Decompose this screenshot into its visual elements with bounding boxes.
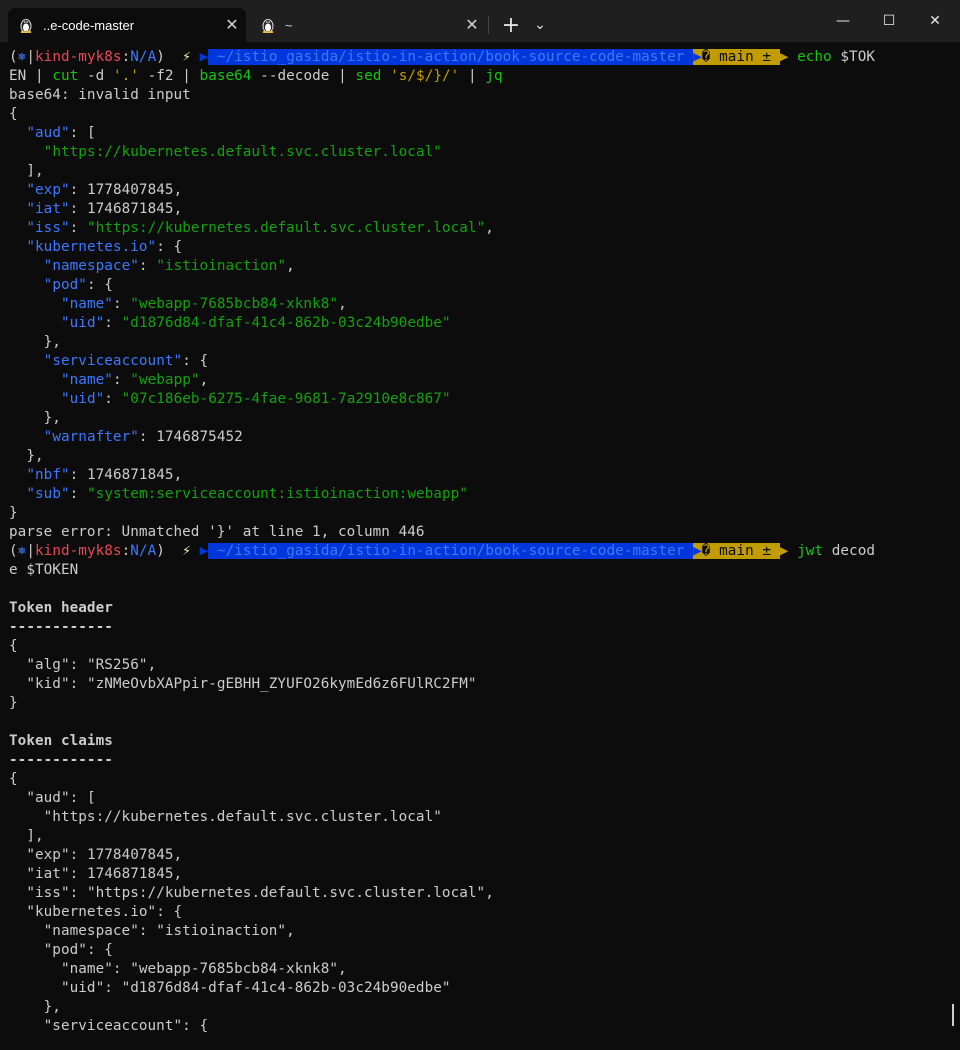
git-branch: � main ± [701,49,780,65]
title-bar: ..e-code-master ✕ ~ ✕ + ⌄ — ☐ ✕ [0,0,960,42]
prompt-line: (⎈|kind-myk8s:N/A) ⚡ ▶ ~/istio_gasida/is… [9,543,876,559]
tab-divider [488,16,489,34]
scrollbar-thumb[interactable] [952,1004,954,1026]
terminal-output[interactable]: (⎈|kind-myk8s:N/A) ⚡ ▶ ~/istio_gasida/is… [9,48,947,1048]
error-text: base64: invalid input [9,87,191,103]
close-tab-icon[interactable]: ✕ [458,15,486,35]
lightning-icon: ⚡ [182,49,191,65]
prompt-path: ~/istio_gasida/istio-in-action/book-sour… [208,49,694,65]
kube-namespace: N/A [130,49,157,65]
minimize-button[interactable]: — [820,0,866,42]
close-tab-icon[interactable]: ✕ [218,15,246,35]
close-window-button[interactable]: ✕ [912,0,958,42]
section-title: Token claims [9,733,113,749]
prompt-line: (⎈|kind-myk8s:N/A) ⚡ ▶ ~/istio_gasida/is… [9,49,876,65]
tab-label: ~ [285,17,293,33]
linux-penguin-icon [20,19,32,33]
error-text: parse error: Unmatched '}' at line 1, co… [9,524,425,540]
tab-inactive[interactable]: ~ ✕ [250,8,486,42]
kube-context: kind-myk8s [35,49,122,65]
tab-active[interactable]: ..e-code-master ✕ [8,8,246,42]
command-line: e $TOKEN [9,562,79,578]
chevron-down-icon[interactable]: ⌄ [528,8,552,42]
tab-label: ..e-code-master [43,17,135,33]
linux-penguin-icon [262,19,274,33]
lightning-icon: ⚡ [182,543,191,559]
section-title: Token header [9,600,113,616]
new-tab-button[interactable]: + [496,8,526,42]
maximize-button[interactable]: ☐ [866,0,912,42]
command-line: EN | cut -d '.' -f2 | base64 --decode | … [9,68,503,84]
